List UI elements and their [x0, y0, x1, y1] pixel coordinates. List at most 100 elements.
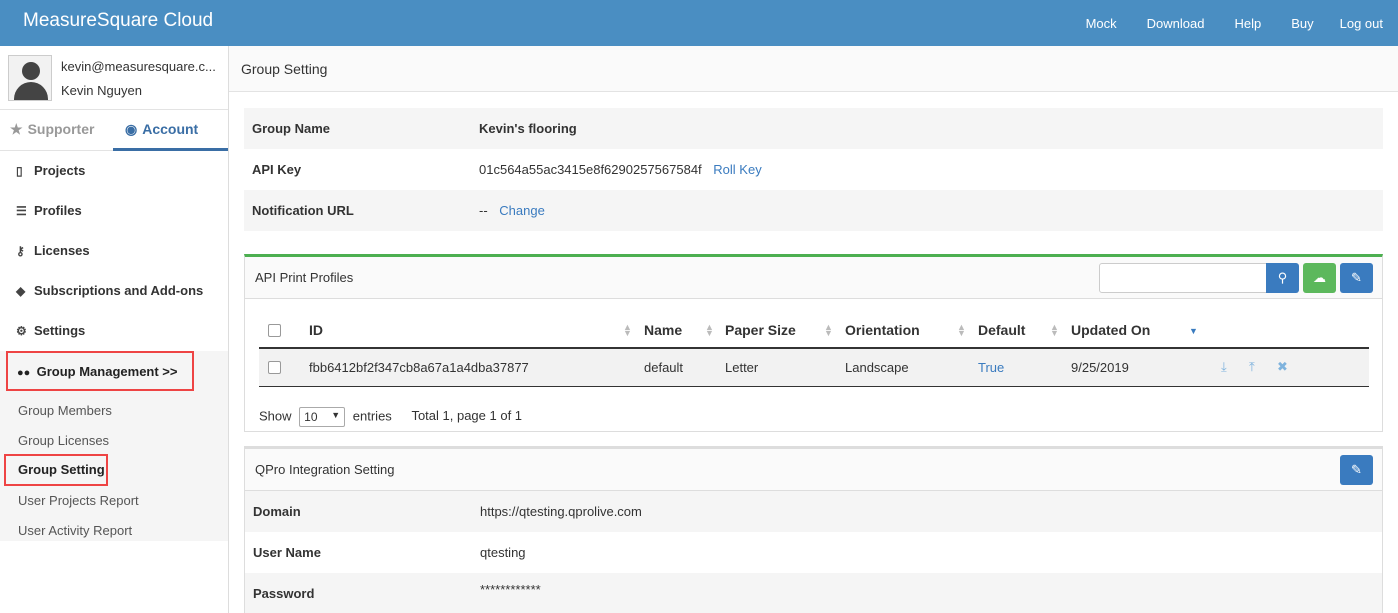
- upload-icon[interactable]: ⤒: [1249, 359, 1255, 375]
- delete-icon[interactable]: ✖: [1277, 359, 1288, 375]
- username-row: User Name qtesting: [245, 532, 1382, 573]
- page-size-select[interactable]: 10 ▼: [299, 407, 346, 427]
- qpro-edit-button[interactable]: ✎: [1340, 455, 1373, 485]
- password-value: ************: [480, 582, 541, 597]
- main-content: Group Setting Group Name Kevin's floorin…: [229, 46, 1398, 613]
- nav-buy[interactable]: Buy: [1291, 16, 1313, 31]
- nav-help[interactable]: Help: [1234, 16, 1261, 31]
- print-profiles-panel: API Print Profiles ⚲ ☁ ✎ ID ▲ ▼ Name ▲ ▼ P…: [244, 254, 1383, 432]
- edit-icon: ✎: [1351, 462, 1362, 477]
- user-name: Kevin Nguyen: [61, 83, 142, 98]
- cell-id: fbb6412bf2f347cb8a67a1a4dba37877: [309, 360, 529, 375]
- notification-url-row: Notification URL -- Change: [244, 190, 1383, 231]
- qpro-header: QPro Integration Setting ✎: [245, 449, 1382, 491]
- group-management-section: ●● Group Management >> Group Members Gro…: [0, 351, 228, 541]
- password-row: Password ************: [245, 573, 1382, 613]
- group-management-button[interactable]: ●● Group Management >>: [6, 351, 194, 391]
- change-link[interactable]: Change: [499, 203, 545, 218]
- top-nav: Mock Download Help Buy Log out: [1086, 0, 1398, 46]
- sidebar-item-licenses[interactable]: ⚷ Licenses: [0, 231, 228, 271]
- sidebar-item-profiles[interactable]: ☰ Profiles: [0, 191, 228, 231]
- key-icon: ⚷: [16, 244, 25, 258]
- top-navbar: MeasureSquare Cloud Mock Download Help B…: [0, 0, 1398, 46]
- nav-logout[interactable]: Log out: [1340, 16, 1383, 31]
- download-icon[interactable]: ⤓: [1221, 359, 1227, 375]
- domain-label: Domain: [253, 504, 301, 519]
- col-paper-size[interactable]: Paper Size: [725, 322, 796, 338]
- sidebar-item-subscriptions[interactable]: ◆ Subscriptions and Add-ons: [0, 271, 228, 311]
- edit-button[interactable]: ✎: [1340, 263, 1373, 293]
- notification-url-label: Notification URL: [252, 203, 354, 218]
- sidebar-item-settings[interactable]: ⚙ Settings: [0, 311, 228, 351]
- search-icon: ⚲: [1277, 270, 1288, 285]
- users-icon: ●●: [17, 367, 31, 379]
- entries-label: entries: [352, 408, 392, 424]
- col-default[interactable]: Default: [978, 322, 1025, 338]
- cell-orientation: Landscape: [845, 360, 909, 375]
- api-key-value: 01c564a55ac3415e8f6290257567584f: [479, 162, 702, 177]
- tab-account[interactable]: ◉ Account: [113, 111, 228, 151]
- roll-key-link[interactable]: Roll Key: [713, 162, 761, 177]
- tab-supporter[interactable]: ★ Supporter: [10, 111, 94, 151]
- api-key-row: API Key 01c564a55ac3415e8f6290257567584f…: [244, 149, 1383, 190]
- sidebar-item-user-projects-report[interactable]: User Projects Report: [18, 486, 139, 516]
- col-id[interactable]: ID: [309, 322, 323, 338]
- cell-name: default: [644, 360, 684, 375]
- database-icon: ☰: [16, 204, 27, 218]
- sidebar-item-projects[interactable]: ▯ Projects: [0, 151, 228, 191]
- table-row[interactable]: fbb6412bf2f347cb8a67a1a4dba37877 default…: [259, 349, 1369, 387]
- cloud-upload-icon: ☁: [1313, 270, 1326, 285]
- gear-icon: ⚙: [16, 324, 27, 338]
- notification-url-value: --: [479, 203, 488, 218]
- col-name[interactable]: Name: [644, 322, 682, 338]
- page-title: Group Setting: [241, 61, 328, 77]
- qpro-title: QPro Integration Setting: [255, 462, 395, 477]
- user-email: kevin@measuresquare.c...: [61, 59, 216, 74]
- col-orientation[interactable]: Orientation: [845, 322, 920, 338]
- sidebar-tabs: ★ Supporter ◉ Account: [0, 111, 228, 151]
- select-all-checkbox[interactable]: [268, 324, 281, 337]
- avatar[interactable]: [8, 55, 52, 101]
- user-circle-icon: ◉: [125, 121, 138, 137]
- print-profiles-header: API Print Profiles ⚲ ☁ ✎: [245, 257, 1382, 299]
- edit-icon: ✎: [1351, 270, 1362, 285]
- col-updated-on[interactable]: Updated On: [1071, 322, 1150, 338]
- print-profiles-title: API Print Profiles: [255, 270, 354, 285]
- upload-button[interactable]: ☁: [1303, 263, 1336, 293]
- sort-icon[interactable]: ▲ ▼: [957, 323, 966, 338]
- search-button[interactable]: ⚲: [1266, 263, 1299, 293]
- pagination-total: Total 1, page 1 of 1: [411, 408, 523, 424]
- group-name-label: Group Name: [252, 121, 331, 136]
- brand-title[interactable]: MeasureSquare Cloud: [23, 10, 213, 32]
- caret-down-icon: ▼: [331, 410, 341, 420]
- sort-icon[interactable]: ▲ ▼: [1050, 323, 1059, 338]
- cell-paper-size: Letter: [725, 360, 759, 375]
- qpro-panel: QPro Integration Setting ✎ Domain https:…: [244, 446, 1383, 613]
- page-header: Group Setting: [229, 46, 1398, 92]
- sidebar-item-group-members[interactable]: Group Members: [18, 396, 112, 426]
- nav-mock[interactable]: Mock: [1086, 16, 1117, 31]
- row-checkbox[interactable]: [268, 361, 281, 374]
- cell-default[interactable]: True: [978, 360, 1004, 375]
- sort-desc-icon[interactable]: ▼: [1189, 327, 1198, 336]
- cell-updated-on: 9/25/2019: [1071, 360, 1129, 375]
- nav-download[interactable]: Download: [1147, 16, 1205, 31]
- file-icon: ▯: [16, 164, 23, 178]
- domain-value: https://qtesting.qprolive.com: [480, 504, 642, 519]
- sidebar-item-user-activity-report[interactable]: User Activity Report: [18, 516, 132, 546]
- table-footer: Show 10 ▼ entries Total 1, page 1 of 1: [259, 407, 522, 427]
- api-key-label: API Key: [252, 162, 302, 177]
- sort-icon[interactable]: ▲ ▼: [705, 323, 714, 338]
- sidebar-item-group-licenses[interactable]: Group Licenses: [18, 426, 109, 456]
- search-input[interactable]: [1099, 263, 1267, 293]
- sidebar: kevin@measuresquare.c... Kevin Nguyen ★ S…: [0, 46, 229, 613]
- sort-icon[interactable]: ▲ ▼: [623, 323, 632, 338]
- sidebar-item-group-setting[interactable]: Group Setting: [4, 454, 108, 486]
- tags-icon: ◆: [16, 284, 26, 298]
- sort-icon[interactable]: ▲ ▼: [824, 323, 833, 338]
- password-label: Password: [253, 586, 315, 601]
- user-profile: kevin@measuresquare.c... Kevin Nguyen: [0, 46, 228, 110]
- domain-row: Domain https://qtesting.qprolive.com: [245, 491, 1382, 532]
- group-name-row: Group Name Kevin's flooring: [244, 108, 1383, 149]
- group-name-value: Kevin's flooring: [479, 121, 577, 136]
